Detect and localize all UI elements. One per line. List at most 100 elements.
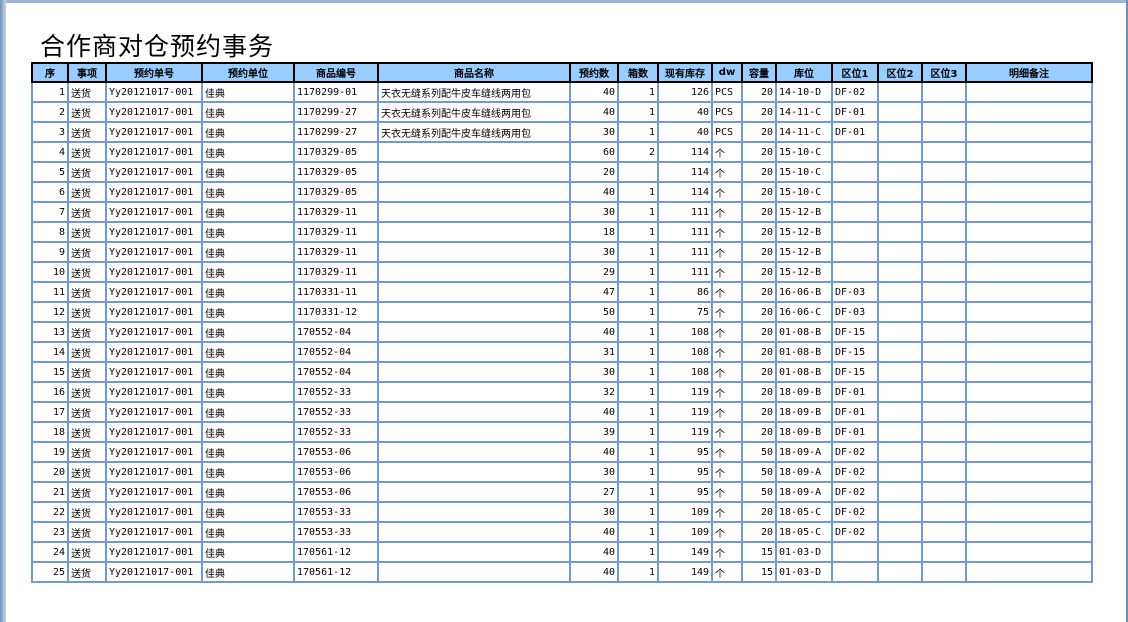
cell-unit: 个 (711, 341, 743, 363)
cell-location: 01-03-D (775, 561, 833, 583)
cell-reserve-unit: 佳典 (201, 141, 295, 163)
cell-capacity: 20 (741, 281, 777, 303)
cell-seq: 2 (31, 101, 69, 123)
cell-unit: 个 (711, 281, 743, 303)
cell-remark (965, 521, 1093, 543)
table-row: 14 送货 Yy20121017-001 佳典 170552-04 31 1 108 个 20 01… (31, 341, 1093, 363)
cell-order-no: Yy20121017-001 (105, 361, 203, 383)
cell-capacity: 50 (741, 461, 777, 483)
cell-item-type: 送货 (67, 381, 107, 403)
cell-zone-3 (921, 321, 967, 343)
cell-product-name (377, 301, 571, 323)
cell-product-code: 1170329-05 (293, 161, 379, 183)
cell-zone-2 (877, 121, 923, 143)
cell-location: 01-08-B (775, 361, 833, 383)
column-header-remark: 明细备注 (965, 62, 1093, 83)
cell-product-code: 170552-33 (293, 401, 379, 423)
cell-order-no: Yy20121017-001 (105, 81, 203, 103)
cell-product-name (377, 441, 571, 463)
cell-stock: 149 (657, 541, 713, 563)
cell-remark (965, 281, 1093, 303)
table-row: 13 送货 Yy20121017-001 佳典 170552-04 40 1 108 个 20 01… (31, 321, 1093, 343)
cell-reserve-qty: 30 (569, 361, 619, 383)
table-row: 15 送货 Yy20121017-001 佳典 170552-04 30 1 108 个 20 01… (31, 361, 1093, 383)
header-row: 序事项 预约单号 预约单位 商品编号 商品名称 预约数 箱数 现有库存 dw 容量 库位 区位1 区位2… (31, 62, 1093, 83)
cell-stock: 108 (657, 321, 713, 343)
cell-zone-3 (921, 421, 967, 443)
cell-box-count: 1 (617, 521, 659, 543)
table-row: 10 送货 Yy20121017-001 佳典 1170329-11 29 1 111 个 20 1… (31, 261, 1093, 283)
cell-seq: 14 (31, 341, 69, 363)
table-row: 5 送货 Yy20121017-001 佳典 1170329-05 20 114 个 20 15-… (31, 161, 1093, 183)
cell-product-code: 170552-04 (293, 321, 379, 343)
cell-stock: 119 (657, 401, 713, 423)
cell-zone-2 (877, 561, 923, 583)
cell-reserve-unit: 佳典 (201, 321, 295, 343)
column-header-product-code: 商品编号 (293, 62, 379, 83)
cell-reserve-unit: 佳典 (201, 541, 295, 563)
cell-unit: 个 (711, 361, 743, 383)
cell-capacity: 20 (741, 81, 777, 103)
cell-zone-3 (921, 181, 967, 203)
table-row: 24 送货 Yy20121017-001 佳典 170561-12 40 1 149 个 15 01… (31, 541, 1093, 563)
cell-product-name (377, 541, 571, 563)
cell-stock: 149 (657, 561, 713, 583)
cell-product-code: 1170329-11 (293, 221, 379, 243)
table-row: 23 送货 Yy20121017-001 佳典 170553-33 40 1 109 个 20 18… (31, 521, 1093, 543)
table-row: 16 送货 Yy20121017-001 佳典 170552-33 32 1 119 个 20 18… (31, 381, 1093, 403)
cell-box-count: 1 (617, 281, 659, 303)
cell-remark (965, 141, 1093, 163)
table-row: 17 送货 Yy20121017-001 佳典 170552-33 40 1 119 个 20 18… (31, 401, 1093, 423)
cell-location: 15-12-B (775, 221, 833, 243)
cell-remark (965, 261, 1093, 283)
cell-zone-2 (877, 241, 923, 263)
reservation-table-container: 序事项 预约单号 预约单位 商品编号 商品名称 预约数 箱数 现有库存 dw 容量 库位 区位1 区位2… (31, 62, 1093, 583)
cell-location: 14-10-D (775, 81, 833, 103)
cell-zone-2 (877, 221, 923, 243)
cell-order-no: Yy20121017-001 (105, 101, 203, 123)
cell-zone-3 (921, 561, 967, 583)
cell-location: 01-03-D (775, 541, 833, 563)
cell-zone-2 (877, 261, 923, 283)
cell-product-name (377, 261, 571, 283)
cell-order-no: Yy20121017-001 (105, 341, 203, 363)
cell-zone-2 (877, 441, 923, 463)
cell-unit: 个 (711, 321, 743, 343)
cell-zone-1 (831, 241, 879, 263)
table-header: 序事项 预约单号 预约单位 商品编号 商品名称 预约数 箱数 现有库存 dw 容量 库位 区位1 区位2… (31, 62, 1093, 83)
cell-capacity: 20 (741, 381, 777, 403)
cell-product-name (377, 221, 571, 243)
cell-stock: 114 (657, 161, 713, 183)
cell-reserve-qty: 40 (569, 521, 619, 543)
cell-product-code: 170552-04 (293, 341, 379, 363)
table-row: 12 送货 Yy20121017-001 佳典 1170331-12 50 1 75 个 20 16… (31, 301, 1093, 323)
cell-product-name: 天衣无缝系列配牛皮车缝线两用包 (377, 121, 571, 143)
table-row: 21 送货 Yy20121017-001 佳典 170553-06 27 1 95 个 50 18-… (31, 481, 1093, 503)
column-header-zone-2: 区位2 (877, 62, 923, 83)
table-row: 1 送货 Yy20121017-001 佳典 1170299-01 天衣无缝系列配牛皮车缝… (31, 81, 1093, 103)
cell-product-code: 170552-33 (293, 421, 379, 443)
table-row: 3 送货 Yy20121017-001 佳典 1170299-27 天衣无缝系列配牛皮车缝… (31, 121, 1093, 143)
cell-location: 16-06-C (775, 301, 833, 323)
cell-capacity: 15 (741, 561, 777, 583)
cell-remark (965, 361, 1093, 383)
cell-zone-1: DF-02 (831, 481, 879, 503)
cell-product-name (377, 161, 571, 183)
cell-zone-1: DF-01 (831, 401, 879, 423)
cell-box-count: 1 (617, 261, 659, 283)
cell-stock: 109 (657, 521, 713, 543)
cell-unit: PCS (711, 81, 743, 103)
cell-capacity: 20 (741, 301, 777, 323)
cell-capacity: 20 (741, 161, 777, 183)
cell-box-count: 1 (617, 381, 659, 403)
cell-product-name (377, 421, 571, 443)
cell-stock: 111 (657, 241, 713, 263)
cell-product-code: 170553-06 (293, 481, 379, 503)
cell-zone-3 (921, 281, 967, 303)
cell-seq: 8 (31, 221, 69, 243)
cell-reserve-qty: 40 (569, 401, 619, 423)
cell-reserve-unit: 佳典 (201, 261, 295, 283)
cell-reserve-qty: 27 (569, 481, 619, 503)
cell-seq: 25 (31, 561, 69, 583)
cell-remark (965, 441, 1093, 463)
